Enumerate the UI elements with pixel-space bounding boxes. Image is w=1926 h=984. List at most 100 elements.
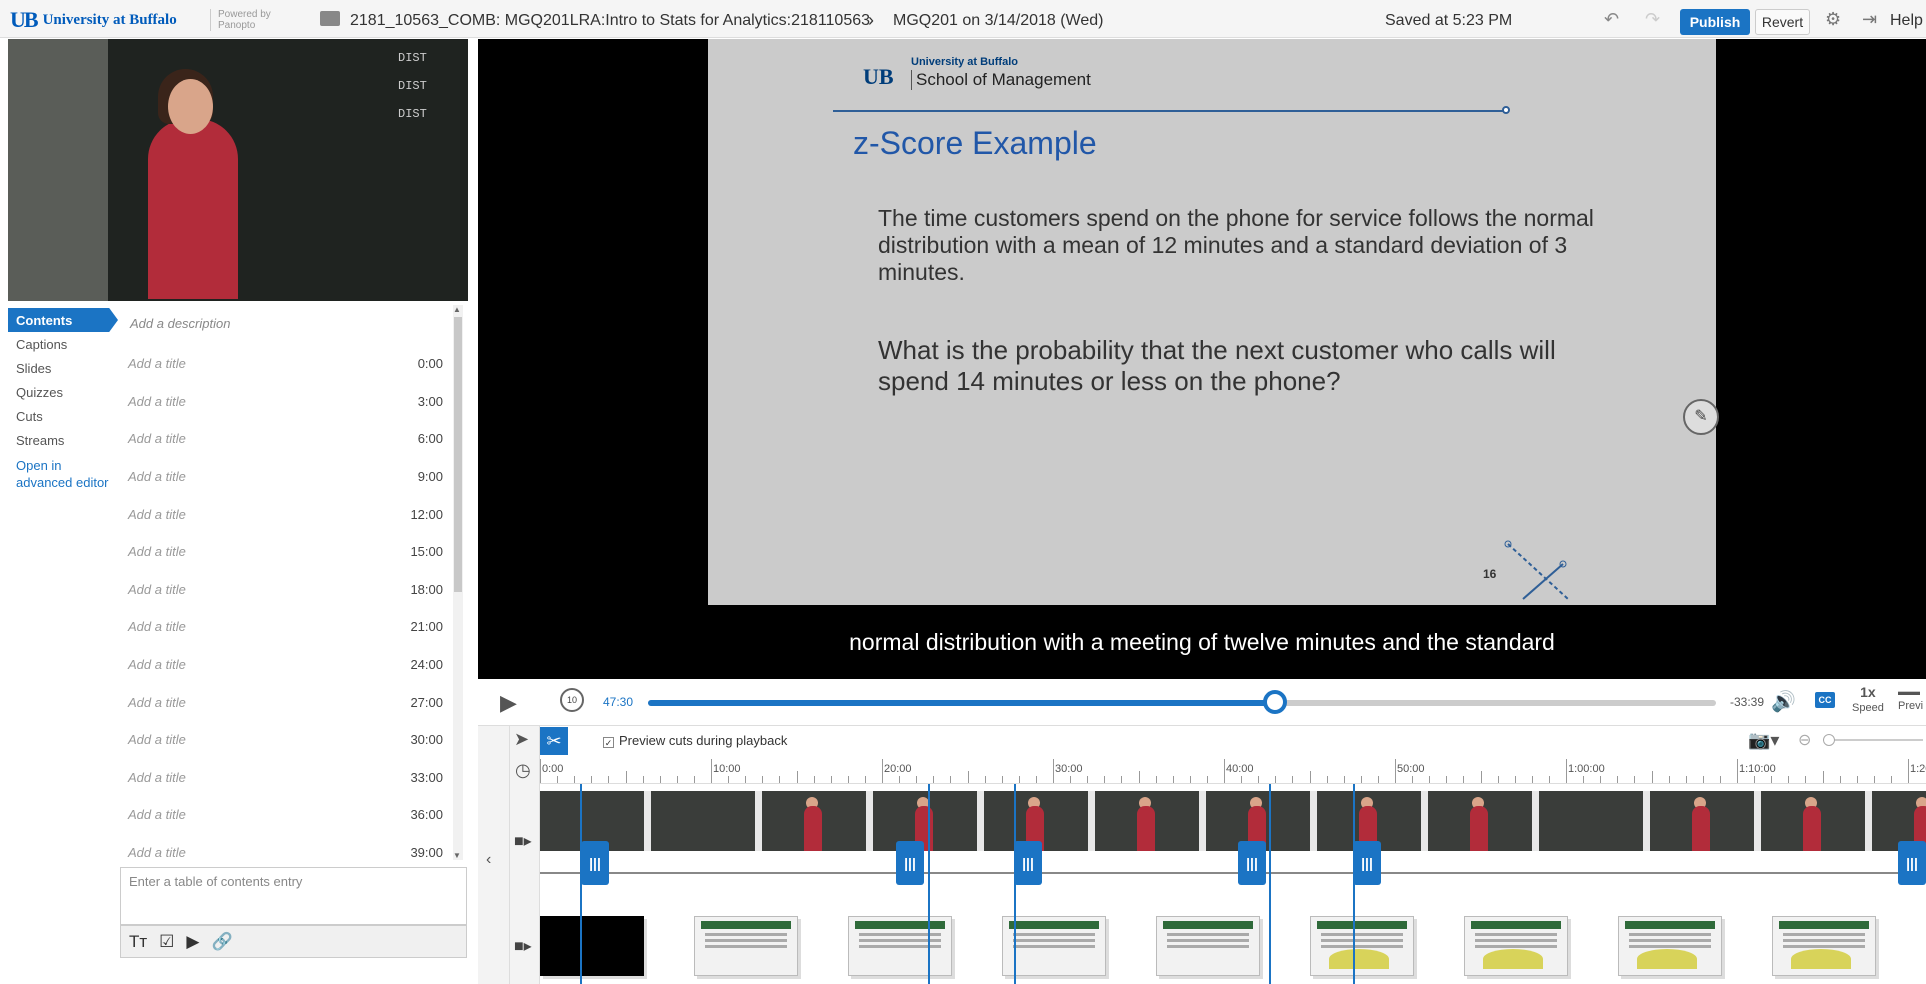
- nav-cuts[interactable]: Cuts: [8, 404, 118, 428]
- scissors-icon[interactable]: ✂: [540, 727, 568, 755]
- preview-button[interactable]: ▬▬ Previ: [1898, 685, 1923, 713]
- entry-time[interactable]: 18:00: [410, 582, 443, 597]
- list-item[interactable]: Add a title 15:00: [120, 533, 450, 571]
- cc-icon[interactable]: CC: [1815, 692, 1835, 708]
- entry-time[interactable]: 33:00: [410, 770, 443, 785]
- list-item[interactable]: Add a title 6:00: [120, 420, 450, 458]
- slide-thumbnail[interactable]: [1772, 916, 1876, 976]
- webcam-video[interactable]: DIST DIST DIST: [8, 39, 468, 301]
- entry-time[interactable]: 27:00: [410, 695, 443, 710]
- list-item[interactable]: Add a title 9:00: [120, 458, 450, 496]
- slides-track[interactable]: [540, 911, 1926, 984]
- entry-time[interactable]: 3:00: [418, 394, 443, 409]
- video-player[interactable]: UB University at Buffalo School of Manag…: [478, 39, 1926, 679]
- nav-slides[interactable]: Slides: [8, 356, 118, 380]
- entry-title[interactable]: Add a title: [128, 544, 186, 559]
- chevron-left-icon[interactable]: ‹: [486, 851, 491, 869]
- slide-thumbnail[interactable]: [1156, 916, 1260, 976]
- checkbox-icon[interactable]: ✓: [603, 737, 614, 748]
- gear-icon[interactable]: ⚙: [1825, 9, 1841, 30]
- scroll-down-icon[interactable]: ▼: [453, 851, 461, 860]
- timeline-ruler[interactable]: 0:00 10:00 20:00 30:00 40:00 50:00 1:00:00 1:10…: [540, 758, 1926, 784]
- youtube-icon[interactable]: ▶: [186, 932, 199, 952]
- slide-thumbnail[interactable]: [1310, 916, 1414, 976]
- entry-time[interactable]: 15:00: [410, 544, 443, 559]
- entry-time[interactable]: 39:00: [410, 845, 443, 860]
- slide-thumbnail[interactable]: [694, 916, 798, 976]
- nav-captions[interactable]: Captions: [8, 332, 118, 356]
- slide-thumbnail[interactable]: [1002, 916, 1106, 976]
- list-item[interactable]: Add a title 12:00: [120, 495, 450, 533]
- nav-quizzes[interactable]: Quizzes: [8, 380, 118, 404]
- entry-time[interactable]: 36:00: [410, 807, 443, 822]
- zoom-handle[interactable]: [1823, 734, 1835, 746]
- entry-time[interactable]: 12:00: [410, 507, 443, 522]
- zoom-slider[interactable]: [1823, 739, 1923, 741]
- rewind-10-icon[interactable]: 10: [560, 688, 584, 712]
- list-item[interactable]: Add a title 3:00: [120, 383, 450, 421]
- entry-title[interactable]: Add a title: [128, 770, 186, 785]
- cut-handle[interactable]: |||: [1353, 841, 1381, 885]
- entry-time[interactable]: 30:00: [410, 732, 443, 747]
- slide-thumbnail[interactable]: [540, 916, 644, 976]
- open-advanced-editor-link[interactable]: Open in advanced editor: [8, 452, 118, 496]
- entry-title[interactable]: Add a title: [128, 431, 186, 446]
- audio-waveform[interactable]: [540, 853, 1926, 893]
- list-item[interactable]: Add a title 24:00: [120, 646, 450, 684]
- list-item[interactable]: Add a title 36:00: [120, 796, 450, 834]
- entry-title[interactable]: Add a title: [128, 394, 186, 409]
- link-icon[interactable]: 🔗: [212, 932, 233, 952]
- list-item[interactable]: Add a title 39:00: [120, 834, 450, 872]
- entry-title[interactable]: Add a title: [128, 619, 186, 634]
- zoom-out-icon[interactable]: ⊖: [1798, 730, 1811, 750]
- help-link[interactable]: Help: [1890, 12, 1923, 30]
- scrollbar-thumb[interactable]: [454, 317, 462, 592]
- entry-title[interactable]: Add a title: [128, 507, 186, 522]
- seek-bar[interactable]: [648, 700, 1716, 706]
- slide-thumbnail[interactable]: [1464, 916, 1568, 976]
- cut-handle[interactable]: |||: [896, 841, 924, 885]
- entry-time[interactable]: 0:00: [418, 356, 443, 371]
- entry-title[interactable]: Add a title: [128, 732, 186, 747]
- entry-time[interactable]: 21:00: [410, 619, 443, 634]
- entry-title[interactable]: Add a title: [128, 469, 186, 484]
- speed-button[interactable]: 1x Speed: [1852, 685, 1884, 715]
- entry-title[interactable]: Add a title: [128, 695, 186, 710]
- volume-icon[interactable]: 🔊: [1771, 689, 1796, 714]
- slide-thumbnail[interactable]: [848, 916, 952, 976]
- quiz-icon[interactable]: ☑: [159, 932, 174, 952]
- entry-title[interactable]: Add a title: [128, 657, 186, 672]
- select-tool-icon[interactable]: ➤: [514, 729, 529, 750]
- nav-streams[interactable]: Streams: [8, 428, 118, 452]
- list-item[interactable]: Add a title 33:00: [120, 759, 450, 797]
- entry-time[interactable]: 24:00: [410, 657, 443, 672]
- revert-button[interactable]: Revert: [1755, 9, 1810, 35]
- play-icon[interactable]: ▶: [500, 690, 517, 716]
- publish-button[interactable]: Publish: [1680, 9, 1750, 35]
- entry-title[interactable]: Add a title: [128, 582, 186, 597]
- cut-handle[interactable]: |||: [1898, 841, 1926, 885]
- slide-thumbnail[interactable]: [1618, 916, 1722, 976]
- breadcrumb-folder[interactable]: 2181_10563_COMB: MGQ201LRA:Intro to Stat…: [350, 12, 870, 30]
- video-track[interactable]: [540, 791, 1926, 851]
- nav-contents[interactable]: Contents: [8, 308, 118, 332]
- university-logo[interactable]: UB University at Buffalo: [10, 7, 177, 33]
- redo-icon[interactable]: ↷: [1645, 9, 1660, 30]
- entry-time[interactable]: 6:00: [418, 431, 443, 446]
- text-format-icon[interactable]: Tт: [129, 932, 147, 952]
- list-item[interactable]: Add a title 0:00: [120, 345, 450, 383]
- pen-icon[interactable]: ✎: [1683, 399, 1719, 435]
- description-field[interactable]: Add a description: [130, 316, 230, 331]
- contents-scrollbar[interactable]: ▲ ▼: [453, 305, 463, 860]
- list-item[interactable]: Add a title 18:00: [120, 571, 450, 609]
- toc-entry-input[interactable]: Enter a table of contents entry: [120, 867, 467, 925]
- cut-handle[interactable]: |||: [1238, 841, 1266, 885]
- exit-icon[interactable]: ⇥: [1862, 9, 1877, 30]
- list-item[interactable]: Add a title 21:00: [120, 608, 450, 646]
- entry-title[interactable]: Add a title: [128, 356, 186, 371]
- entry-title[interactable]: Add a title: [128, 845, 186, 860]
- folder-icon[interactable]: [320, 11, 340, 26]
- entry-time[interactable]: 9:00: [418, 469, 443, 484]
- seek-handle[interactable]: [1262, 690, 1287, 714]
- entry-title[interactable]: Add a title: [128, 807, 186, 822]
